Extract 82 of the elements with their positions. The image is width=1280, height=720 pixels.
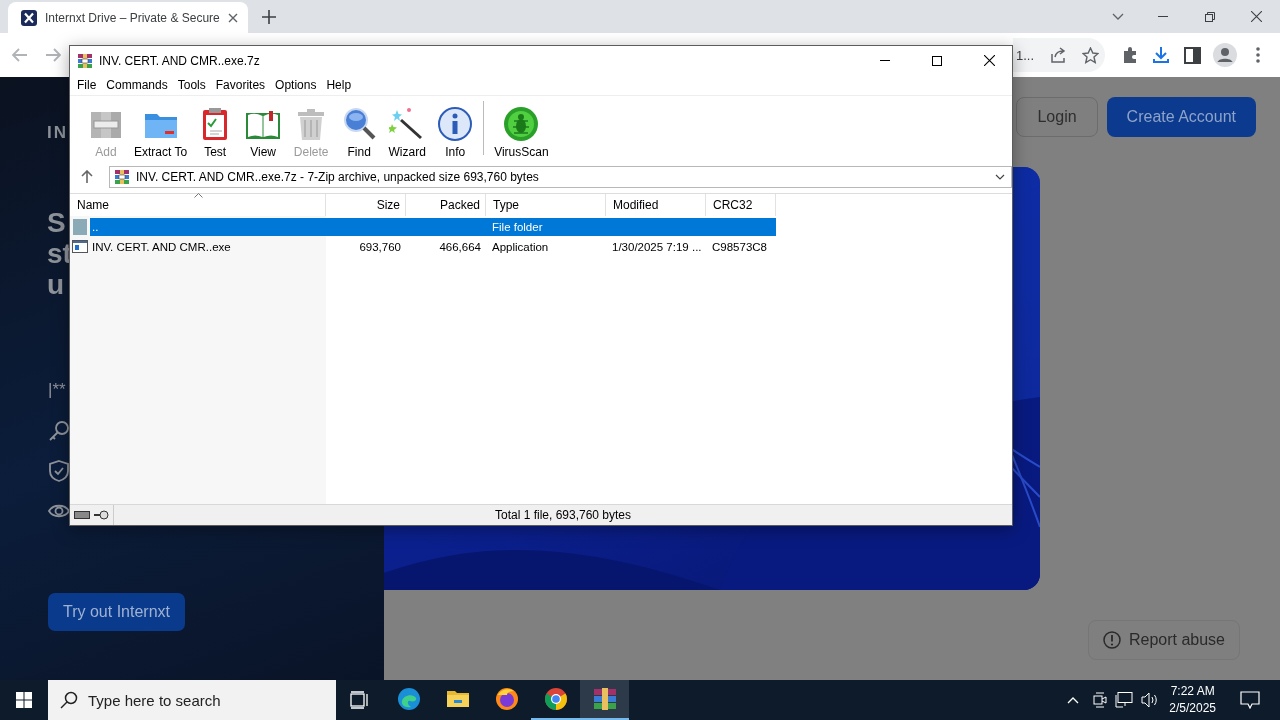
headline-text: S	[47, 207, 67, 238]
view-button[interactable]: View	[239, 106, 288, 159]
chevron-down-icon[interactable]	[1112, 13, 1124, 20]
alert-icon	[1102, 631, 1121, 649]
maximize-icon[interactable]	[932, 55, 942, 66]
menu-item[interactable]: File	[72, 78, 102, 92]
window-title: INV. CERT. AND CMR..exe.7z	[99, 53, 261, 68]
profile-icon[interactable]	[1213, 43, 1237, 67]
menu-item[interactable]: Favorites	[210, 78, 271, 92]
table-cell-text: File folder	[491, 220, 544, 233]
up-arrow-icon[interactable]	[81, 170, 93, 183]
network-icon[interactable]	[1115, 692, 1134, 708]
task-view-icon[interactable]	[350, 691, 370, 709]
table-cell-text: 693,760	[358, 240, 402, 253]
tab-favicon	[21, 9, 37, 26]
tab-title: Internxt Drive – Private & Secure	[45, 10, 220, 25]
test-button[interactable]: Test	[191, 106, 240, 159]
wizard-button[interactable]: Wizard	[383, 106, 432, 159]
address-text: 1...	[1016, 47, 1035, 63]
new-tab-icon[interactable]	[262, 10, 276, 24]
password-text: |**	[48, 380, 66, 400]
browser-icon	[543, 687, 568, 711]
browser-icon	[494, 687, 519, 711]
restore-icon[interactable]	[1205, 11, 1215, 22]
extract-button[interactable]: Extract To	[130, 106, 192, 159]
side-panel-icon[interactable]	[1184, 46, 1201, 64]
archive-icon	[114, 168, 130, 185]
table-cell-text: INV. CERT. AND CMR..exe	[91, 240, 232, 253]
volume-icon[interactable]	[1141, 692, 1160, 708]
report-abuse-button[interactable]: Report abuse	[1087, 620, 1240, 660]
table-cell-text: ..	[91, 220, 100, 233]
browser-icon	[396, 687, 421, 711]
address-bar[interactable]: 1...	[1013, 38, 1105, 72]
search-icon	[341, 106, 378, 142]
table-cell-text: 1/30/2025 7:19 ...	[611, 240, 703, 253]
info-button[interactable]: Info	[431, 106, 480, 159]
brand-logo: IN	[47, 122, 68, 144]
clock-time[interactable]: 7:22 AM	[1170, 683, 1215, 700]
download-icon[interactable]	[1152, 46, 1170, 64]
bug-icon	[503, 106, 540, 142]
try-button[interactable]: Try out Internxt	[48, 593, 185, 631]
table-cell-text: Application	[491, 240, 550, 253]
folder-icon	[73, 218, 87, 235]
puzzle-icon[interactable]	[1121, 46, 1139, 64]
taskbar-app-button[interactable]	[580, 680, 629, 720]
status-text: Total 1 file, 693,760 bytes	[493, 508, 633, 522]
chevron-up-icon[interactable]	[1067, 696, 1080, 704]
program-file-icon	[72, 240, 88, 253]
table-row[interactable]: INV. CERT. AND CMR..exe 693,760 466,664 Application 1/30/2025 7:19 ... C98573C8	[90, 237, 776, 256]
menu-item[interactable]: Options	[270, 78, 322, 92]
star-icon[interactable]	[1082, 46, 1099, 64]
menu-item[interactable]: Help	[321, 78, 357, 92]
path-dropdown[interactable]: INV. CERT. AND CMR..exe.7z - 7-Zip archive, unpacked size 693,760 bytes	[109, 165, 1012, 188]
archive-icon	[77, 52, 93, 69]
info-icon	[437, 106, 474, 142]
share-icon[interactable]	[1049, 46, 1068, 64]
close-icon[interactable]	[983, 55, 995, 66]
archive-icon	[592, 687, 617, 711]
headline-text: u	[47, 269, 66, 300]
chevron-down-icon	[995, 173, 1005, 180]
menu-item[interactable]: Tools	[172, 78, 211, 92]
find-button[interactable]: Find	[335, 106, 384, 159]
browser-tab[interactable]: Internxt Drive – Private & Secure	[8, 2, 248, 33]
table-row[interactable]: .. File folder	[90, 217, 776, 236]
meeting-icon[interactable]	[1093, 692, 1108, 708]
key-icon	[48, 420, 70, 442]
create-account-button[interactable]: Create Account	[1106, 97, 1256, 137]
virusscan-button[interactable]: VirusScan	[490, 106, 553, 159]
menu-item[interactable]: Commands	[101, 78, 173, 92]
search-icon	[60, 691, 78, 709]
table-cell-text: C98573C8	[711, 240, 768, 253]
key-icon	[93, 510, 109, 520]
close-icon[interactable]	[228, 12, 238, 23]
menu-icon[interactable]	[1256, 47, 1260, 63]
search-field[interactable]: Type here to search	[48, 680, 336, 720]
shield-check-icon	[48, 460, 70, 482]
close-icon[interactable]	[1251, 11, 1262, 22]
notification-icon[interactable]	[1240, 691, 1260, 709]
clock-date[interactable]: 2/5/2025	[1169, 700, 1216, 717]
table-cell-text: 466,664	[438, 240, 482, 253]
drive-icon	[74, 511, 90, 519]
windows-icon	[16, 692, 32, 708]
